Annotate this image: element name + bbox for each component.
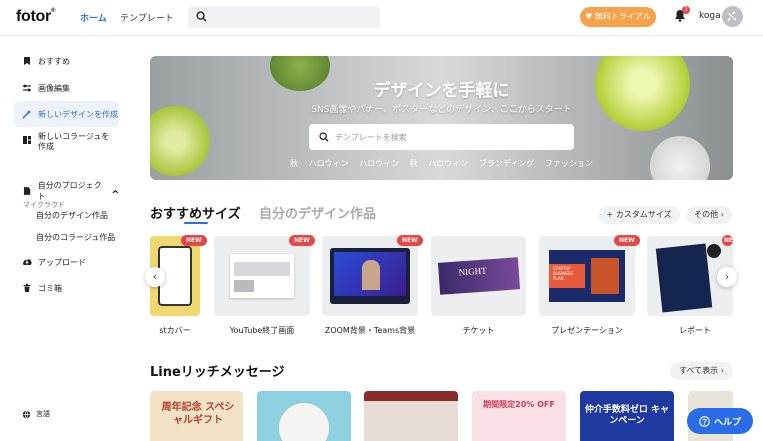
top-bar: fotor® ホーム テンプレート ♥ 無料トライアル 1 koga — [0, 0, 763, 36]
chevron-up-icon[interactable] — [112, 189, 119, 194]
template-card[interactable]: NIGHT — [431, 236, 526, 316]
card-label: プレゼンテーション — [551, 326, 623, 335]
nav-templates[interactable]: テンプレート — [120, 11, 174, 24]
help-button[interactable]: ヘルプ — [687, 408, 753, 434]
hero-search-input[interactable]: テンプレートを検索 — [309, 124, 574, 150]
sidebar: おすすめ 画像編集 新しいデザインを作成 新しいコラージュを作成 マイクラウド … — [0, 36, 128, 441]
new-badge: NEW — [181, 235, 207, 246]
notification-badge: 1 — [682, 6, 690, 14]
line-template-card[interactable]: 仲介手数料ゼロ キャンペーン — [580, 391, 674, 441]
sidebar-item-label: おすすめ — [38, 56, 70, 66]
new-badge: NEW — [397, 235, 423, 246]
question-icon — [699, 415, 710, 427]
hero-tag[interactable]: ハロウィン — [309, 159, 349, 168]
sidebar-item-my-projects[interactable]: 自分のプロジェクト — [14, 179, 119, 203]
more-sizes-button[interactable]: その他 › — [686, 206, 732, 224]
sidebar-item-image-edit[interactable]: 画像編集 — [14, 76, 119, 100]
nav-home[interactable]: ホーム — [80, 11, 107, 24]
search-icon — [196, 11, 207, 22]
sidebar-item-new-collage[interactable]: 新しいコラージュを作成 — [14, 129, 119, 157]
sidebar-sub-my-designs[interactable]: 自分のデザイン作品 — [36, 210, 108, 221]
hero-subtitle: SNS画像やバナー、ポスターなどのデザイン、ここからスタート — [311, 105, 572, 115]
free-trial-button[interactable]: ♥ 無料トライアル — [580, 7, 656, 27]
hero-banner: デザインを手軽に SNS画像やバナー、ポスターなどのデザイン、ここからスタート … — [150, 56, 733, 180]
line-template-card[interactable]: 周年記念 スペシャルギフト — [150, 391, 243, 441]
top-search-input[interactable] — [188, 6, 380, 28]
collage-icon — [23, 136, 31, 144]
hero-tag[interactable]: 秋 — [410, 159, 418, 168]
language-label: 言語 — [36, 410, 50, 418]
view-all-button[interactable]: すべて表示 › — [670, 362, 733, 380]
hero-tag[interactable]: 秋 — [290, 159, 298, 168]
card-label: YouTube終了画面 — [229, 326, 295, 335]
document-icon — [23, 187, 31, 195]
tab-my-designs[interactable]: 自分のデザイン作品 — [259, 203, 376, 222]
sidebar-item-upload[interactable]: アップロード — [14, 250, 119, 274]
line-card-text: 仲介手数料ゼロ キャンペーン — [584, 405, 670, 426]
new-badge: NEW — [289, 235, 315, 246]
username[interactable]: koga — [699, 11, 721, 21]
sidebar-item-label: ゴミ箱 — [38, 283, 62, 293]
card-label: レポート — [679, 326, 711, 335]
hero-title: デザインを手軽に — [373, 81, 510, 101]
new-badge: NEW — [614, 235, 640, 246]
line-card-text: 周年記念 スペシャルギフト — [161, 402, 235, 426]
template-card[interactable] — [214, 236, 310, 316]
line-rich-message-title: Lineリッチメッセージ — [150, 365, 285, 380]
sidebar-item-new-design[interactable]: 新しいデザインを作成 — [14, 101, 119, 127]
tab-recommended-sizes[interactable]: おすすめサイズ — [150, 203, 241, 222]
hero-tags: 秋 ハロウィン ハロウィン 秋 ハロウィン ブランディング ファッション — [150, 158, 733, 169]
avatar[interactable] — [722, 6, 743, 27]
carousel-next-button[interactable]: › — [717, 267, 737, 287]
new-badge: NEW — [722, 235, 733, 246]
line-template-card[interactable] — [364, 391, 458, 441]
carousel-prev-button[interactable]: ‹ — [145, 267, 165, 287]
hero-tag[interactable]: ハロウィン — [359, 159, 399, 168]
card-monitor-graphic — [330, 248, 410, 304]
sidebar-item-recommended[interactable]: おすすめ — [14, 49, 119, 73]
search-icon — [319, 132, 329, 142]
template-card[interactable]: STARTUP BUSINESS PLAN — [539, 236, 635, 316]
globe-icon — [22, 410, 31, 419]
card-presentation-graphic: STARTUP BUSINESS PLAN — [549, 250, 625, 302]
template-card[interactable] — [322, 236, 418, 316]
hero-tag[interactable]: ブランディング — [479, 159, 534, 168]
hero-search-placeholder: テンプレートを検索 — [335, 133, 407, 142]
sidebar-sub-my-collages[interactable]: 自分のコラージュ作品 — [36, 232, 115, 243]
card-label: ZOOM背景・Teams背景 — [324, 326, 416, 335]
sliders-icon — [23, 84, 31, 92]
bookmark-icon — [24, 57, 30, 65]
card-label: stカバー — [159, 326, 191, 335]
card-label: チケット — [462, 326, 495, 335]
sidebar-item-label: 画像編集 — [38, 83, 70, 93]
hero-tag[interactable]: ファッション — [545, 159, 593, 168]
active-tab-indicator — [184, 222, 208, 224]
sidebar-item-label: 新しいデザインを作成 — [38, 109, 118, 119]
sidebar-item-label: アップロード — [38, 257, 86, 267]
card-ticket-graphic: NIGHT — [437, 257, 521, 295]
magic-wand-icon — [22, 109, 32, 119]
card-report-graphic — [655, 243, 713, 313]
fotor-logo[interactable]: fotor® — [16, 8, 55, 26]
sidebar-item-trash[interactable]: ゴミ箱 — [14, 276, 119, 300]
avatar-bird-icon — [727, 11, 737, 22]
custom-size-button[interactable]: + カスタムサイズ — [598, 206, 680, 224]
card-screen-graphic — [230, 254, 294, 298]
line-card-plate-graphic — [279, 403, 329, 441]
language-selector[interactable]: 言語 — [22, 409, 50, 419]
line-card-text: 期間限定20% OFF — [483, 400, 555, 409]
sidebar-item-label: 新しいコラージュを作成 — [38, 132, 110, 151]
sidebar-item-label: 自分のプロジェクト — [37, 181, 102, 201]
hero-tag[interactable]: ハロウィン — [428, 159, 468, 168]
cloud-upload-icon — [22, 259, 32, 265]
trash-icon — [23, 283, 31, 292]
line-template-card[interactable] — [257, 391, 351, 441]
line-template-card[interactable]: 期間限定20% OFF — [472, 391, 566, 441]
